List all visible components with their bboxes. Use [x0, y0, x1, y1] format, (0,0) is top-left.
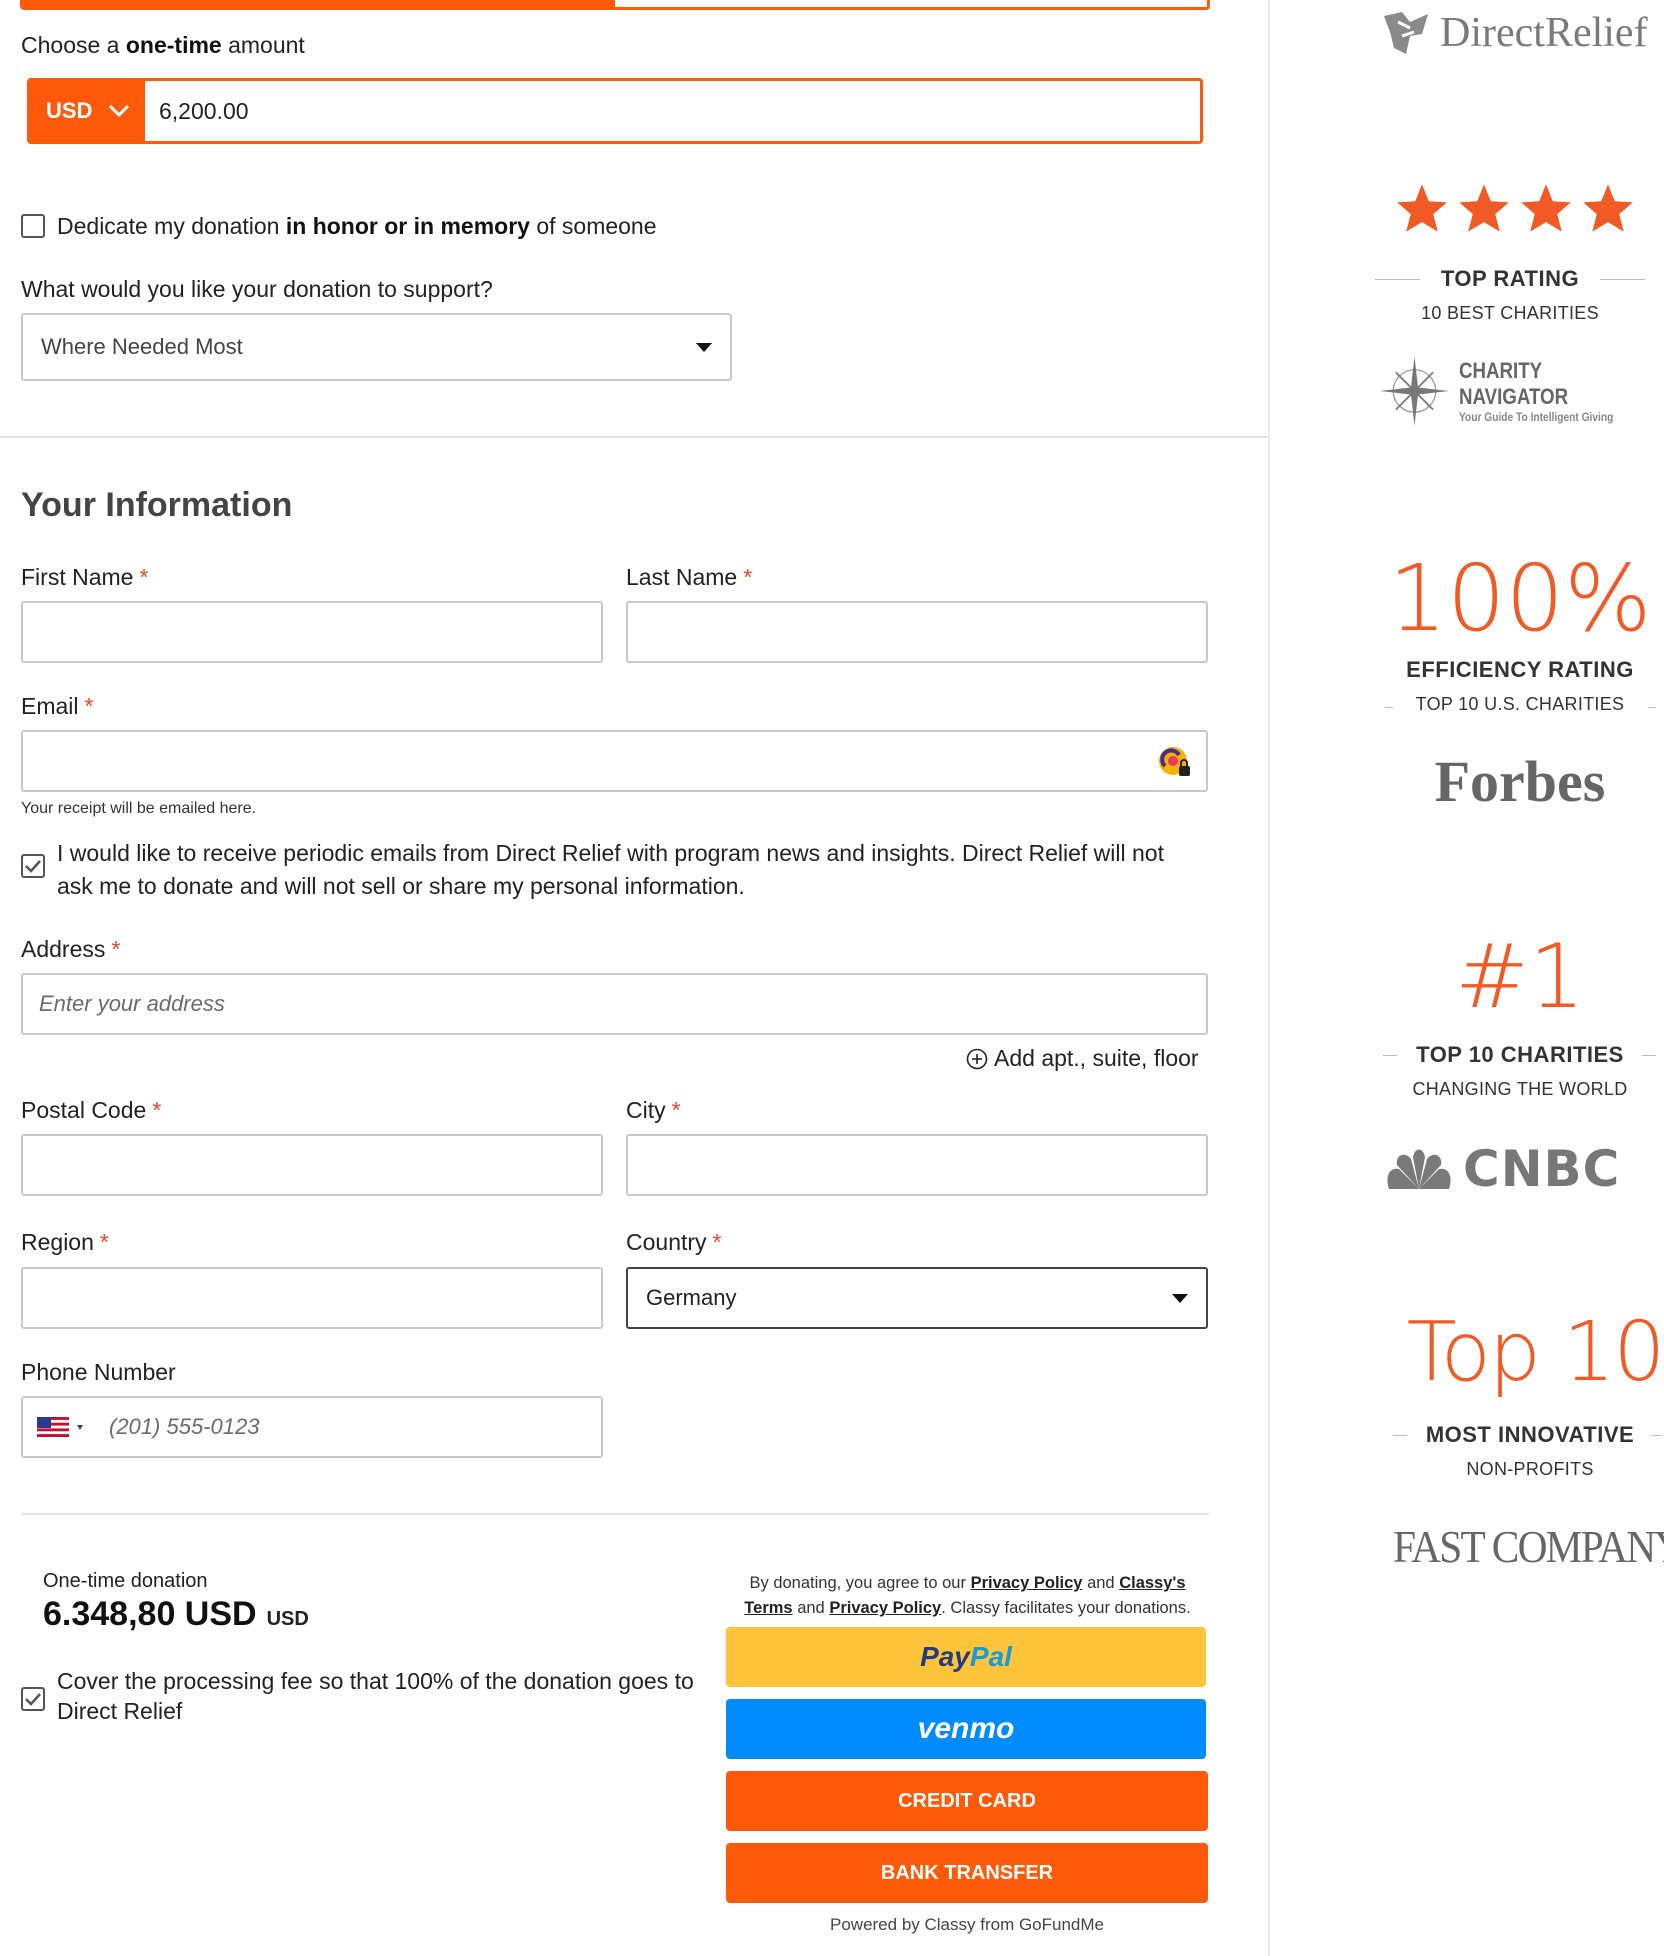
email-help-text: Your receipt will be emailed here.: [21, 800, 257, 817]
venmo-logo: venmo: [917, 1712, 1015, 1745]
forbes-logo: Forbes: [1434, 749, 1606, 814]
amount-field: USD: [27, 78, 1203, 144]
privacy-policy-link[interactable]: Privacy Policy: [971, 1574, 1083, 1592]
email-label: Email *: [21, 693, 94, 719]
amount-input[interactable]: [145, 81, 1200, 141]
charity-navigator-title: CHARITY NAVIGATOR: [1458, 358, 1569, 409]
cover-fee-checkbox[interactable]: [21, 1687, 45, 1711]
sidebar-divider: [1268, 0, 1270, 1956]
optin-label: I would like to receive periodic emails …: [57, 840, 1164, 899]
section-heading: Your Information: [21, 486, 293, 524]
check-icon: [25, 1693, 41, 1706]
direct-relief-logo: DirectRelief: [1380, 8, 1648, 58]
support-select[interactable]: Where Needed Most: [21, 313, 732, 381]
region-input[interactable]: [21, 1267, 603, 1329]
bank-transfer-label: BANK TRANSFER: [880, 1861, 1054, 1884]
city-label: City *: [626, 1097, 681, 1123]
donation-total: 6.348,80 USD USD: [43, 1595, 309, 1634]
star-rating: [1395, 182, 1635, 234]
top10-subtitle: NON-PROFITS: [1466, 1459, 1594, 1479]
us-flag-icon: [37, 1417, 69, 1437]
bank-transfer-button[interactable]: BANK TRANSFER: [726, 1843, 1208, 1903]
nbc-peacock-icon: [1387, 1149, 1451, 1189]
credit-card-button[interactable]: CREDIT CARD: [726, 1771, 1208, 1831]
address-input[interactable]: Enter your address: [21, 973, 1208, 1035]
amount-label: Choose a one-time amount: [21, 32, 305, 58]
powered-by: Powered by Classy from GoFundMe: [830, 1915, 1104, 1934]
direct-relief-emblem-icon: [1384, 12, 1428, 54]
phone-label: Phone Number: [21, 1359, 176, 1385]
divider-line: [1375, 279, 1420, 280]
compass-icon: [1380, 356, 1449, 426]
address-label: Address *: [21, 936, 121, 962]
rank-title: TOP 10 CHARITIES: [1416, 1042, 1624, 1067]
last-name-input[interactable]: [626, 601, 1208, 663]
cnbc-logo: CNBC: [1383, 1140, 1620, 1198]
efficiency-title: EFFICIENCY RATING: [1406, 657, 1634, 682]
email-input[interactable]: [21, 730, 1208, 792]
donation-total-currency: USD: [266, 1608, 309, 1630]
summary-divider: [21, 1513, 1209, 1515]
caret-down-icon: [1172, 1293, 1188, 1303]
check-icon: [25, 860, 41, 873]
region-label: Region *: [21, 1229, 109, 1255]
section-divider: [0, 436, 1268, 438]
address-placeholder: Enter your address: [39, 991, 225, 1016]
terms-text: By donating, you agree to our Privacy Po…: [744, 1574, 1191, 1617]
first-name-input[interactable]: [21, 601, 603, 663]
cover-fee-label: Cover the processing fee so that 100% of…: [57, 1668, 694, 1724]
top10-big: Top 10: [1406, 1305, 1664, 1400]
country-code-select[interactable]: [23, 1417, 101, 1437]
rank-subtitle: CHANGING THE WORLD: [1412, 1079, 1628, 1099]
frequency-toggle-selected[interactable]: [23, 0, 615, 7]
optin-checkbox[interactable]: [21, 854, 45, 878]
star-icon: [1397, 184, 1447, 232]
divider-line: [1600, 279, 1645, 280]
venmo-button[interactable]: venmo: [726, 1699, 1206, 1759]
frequency-toggle[interactable]: [20, 0, 1210, 10]
credit-card-label: CREDIT CARD: [898, 1789, 1036, 1812]
dedicate-checkbox[interactable]: [21, 214, 45, 238]
caret-down-icon: [696, 342, 712, 352]
star-icon: [1583, 184, 1633, 232]
currency-select[interactable]: USD: [30, 81, 145, 141]
star-icon: [1521, 184, 1571, 232]
currency-value: USD: [46, 98, 93, 123]
rank-big: #1: [1455, 925, 1585, 1028]
paypal-button[interactable]: Pay Pal: [726, 1627, 1206, 1687]
rating-title: TOP RATING: [1440, 266, 1580, 291]
charity-navigator-logo: CHARITY NAVIGATOR Your Guide To Intellig…: [1380, 352, 1664, 430]
paypal-logo-pal: Pal: [969, 1641, 1012, 1672]
phone-input[interactable]: (201) 555-0123: [21, 1396, 603, 1458]
donation-type-label: One-time donation: [43, 1570, 208, 1592]
charity-navigator-tagline: Your Guide To Intelligent Giving: [1458, 410, 1614, 424]
country-select[interactable]: Germany: [626, 1267, 1208, 1329]
donation-total-value: 6.348,80 USD: [43, 1595, 257, 1633]
first-name-label: First Name *: [21, 564, 149, 590]
paypal-logo-pay: Pay: [920, 1641, 970, 1672]
chevron-down-icon: [109, 104, 130, 118]
support-label: What would you like your donation to sup…: [21, 276, 493, 302]
top10-title: MOST INNOVATIVE: [1425, 1422, 1635, 1447]
dedicate-label: Dedicate my donation in honor or in memo…: [57, 213, 657, 239]
add-apt-link[interactable]: Add apt., suite, floor: [966, 1045, 1199, 1072]
support-value: Where Needed Most: [41, 334, 243, 359]
add-apt-label: Add apt., suite, floor: [994, 1045, 1199, 1071]
plus-circle-icon: [966, 1048, 988, 1069]
country-value: Germany: [646, 1285, 737, 1310]
efficiency-subtitle: TOP 10 U.S. CHARITIES: [1415, 694, 1625, 714]
postal-label: Postal Code *: [21, 1097, 162, 1123]
city-input[interactable]: [626, 1134, 1208, 1196]
star-icon: [1459, 184, 1509, 232]
classy-privacy-link[interactable]: Privacy Policy: [829, 1599, 941, 1617]
password-manager-icon[interactable]: [1156, 744, 1194, 780]
caret-down-icon: [77, 1424, 83, 1430]
phone-placeholder: (201) 555-0123: [109, 1414, 260, 1439]
rating-subtitle: 10 BEST CHARITIES: [1421, 303, 1599, 323]
efficiency-big: 100%: [1388, 545, 1652, 652]
fast-company-logo: FAST COMPANY: [1393, 1521, 1664, 1572]
postal-input[interactable]: [21, 1134, 603, 1196]
last-name-label: Last Name *: [626, 564, 753, 590]
country-label: Country *: [626, 1229, 722, 1255]
